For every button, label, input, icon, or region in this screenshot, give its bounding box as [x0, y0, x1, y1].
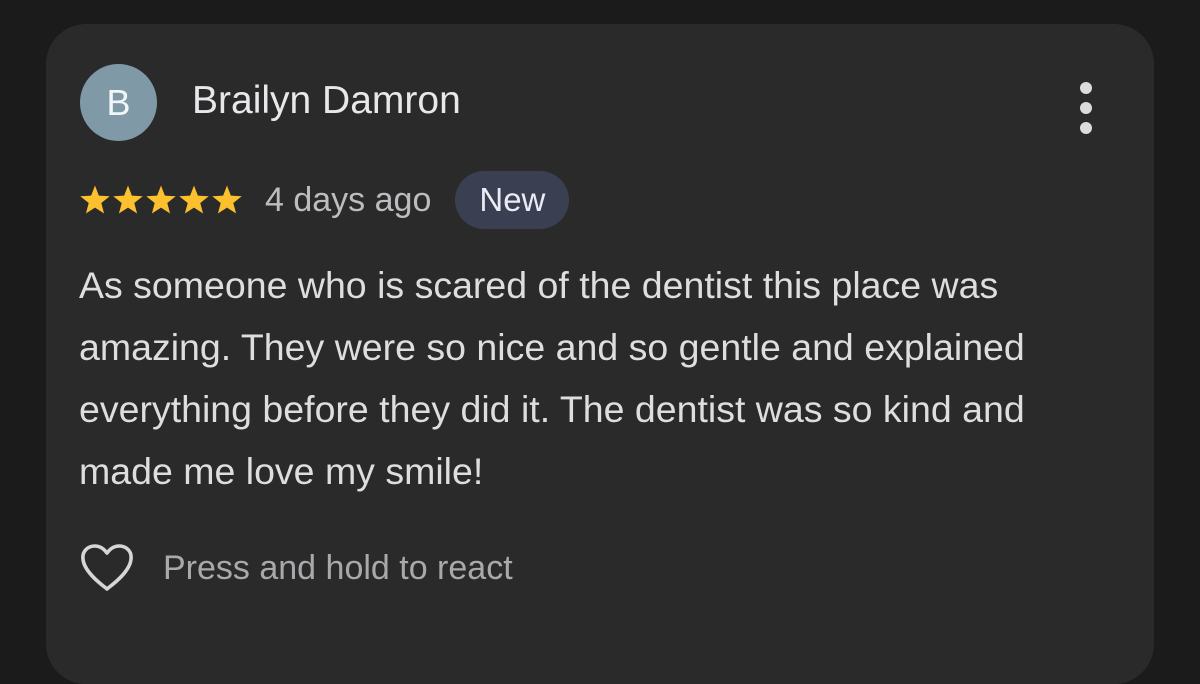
more-vert-icon-dot — [1080, 122, 1092, 134]
more-options-button[interactable] — [1072, 80, 1102, 136]
star-icon — [146, 185, 176, 214]
star-icon — [113, 185, 143, 214]
heart-outline-icon — [81, 544, 133, 591]
star-rating — [79, 184, 243, 216]
review-date: 4 days ago — [265, 180, 432, 219]
reviewer-name[interactable]: Brailyn Damron — [192, 76, 461, 126]
star-icon — [179, 185, 209, 214]
review-meta: 4 days ago New — [79, 171, 570, 229]
react-label: Press and hold to react — [163, 548, 513, 587]
review-text: As someone who is scared of the dentist … — [79, 264, 1025, 492]
star-icon — [80, 185, 110, 214]
react-button[interactable]: Press and hold to react — [79, 540, 513, 596]
avatar[interactable]: B — [80, 64, 157, 141]
star-icon — [212, 185, 242, 214]
more-vert-icon — [1080, 82, 1092, 94]
new-badge: New — [455, 171, 570, 229]
review-card: B Brailyn Damron 4 days ago New As someo… — [46, 24, 1154, 684]
more-vert-icon-dot — [1080, 102, 1092, 114]
